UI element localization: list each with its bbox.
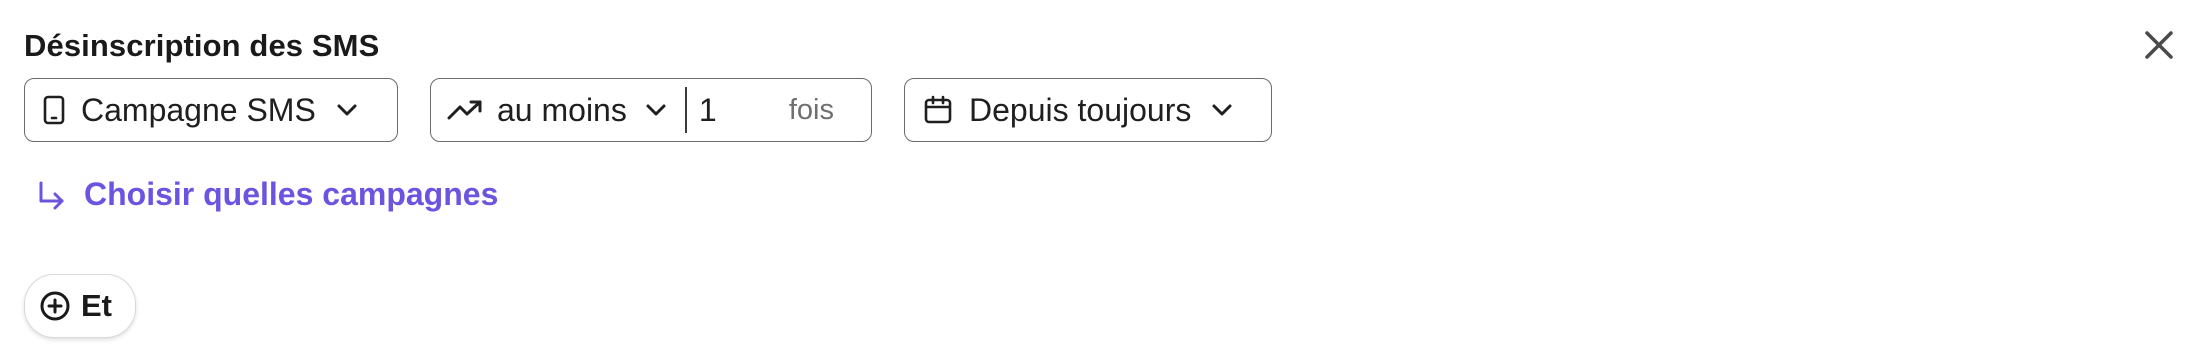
- filter-panel: Désinscription des SMS Campagne SMS au m…: [0, 0, 2202, 364]
- frequency-operator-label: au moins: [497, 91, 627, 128]
- chevron-down-icon: [1211, 103, 1233, 117]
- frequency-count-input[interactable]: [698, 91, 783, 129]
- filter-title: Désinscription des SMS: [24, 28, 380, 63]
- input-divider: [684, 87, 687, 133]
- period-label: Depuis toujours: [969, 91, 1192, 128]
- chevron-down-icon: [645, 103, 667, 117]
- filter-row: Campagne SMS au moins 1 fois Depuis touj…: [24, 78, 1272, 142]
- phone-icon: [43, 95, 65, 125]
- choose-campaigns-link[interactable]: Choisir quelles campagnes: [36, 176, 498, 213]
- calendar-icon: [923, 95, 953, 125]
- period-select[interactable]: Depuis toujours: [904, 78, 1272, 142]
- trending-up-icon: [447, 99, 483, 121]
- arrow-turn-down-right-icon: [36, 180, 66, 210]
- frequency-unit-label: fois: [788, 93, 834, 126]
- frequency-filter: au moins fois: [430, 78, 872, 142]
- and-button-label: Et: [81, 288, 112, 323]
- frequency-operator-select[interactable]: au moins: [447, 92, 667, 129]
- chevron-down-icon: [336, 103, 358, 117]
- close-button[interactable]: [2138, 24, 2180, 66]
- campaign-type-label: Campagne SMS: [81, 91, 316, 128]
- choose-campaigns-label: Choisir quelles campagnes: [84, 176, 499, 212]
- campaign-type-select[interactable]: Campagne SMS: [24, 78, 398, 142]
- add-and-condition-button[interactable]: Et: [24, 274, 136, 338]
- plus-circle-icon: [39, 290, 71, 322]
- close-icon: [2145, 31, 2173, 59]
